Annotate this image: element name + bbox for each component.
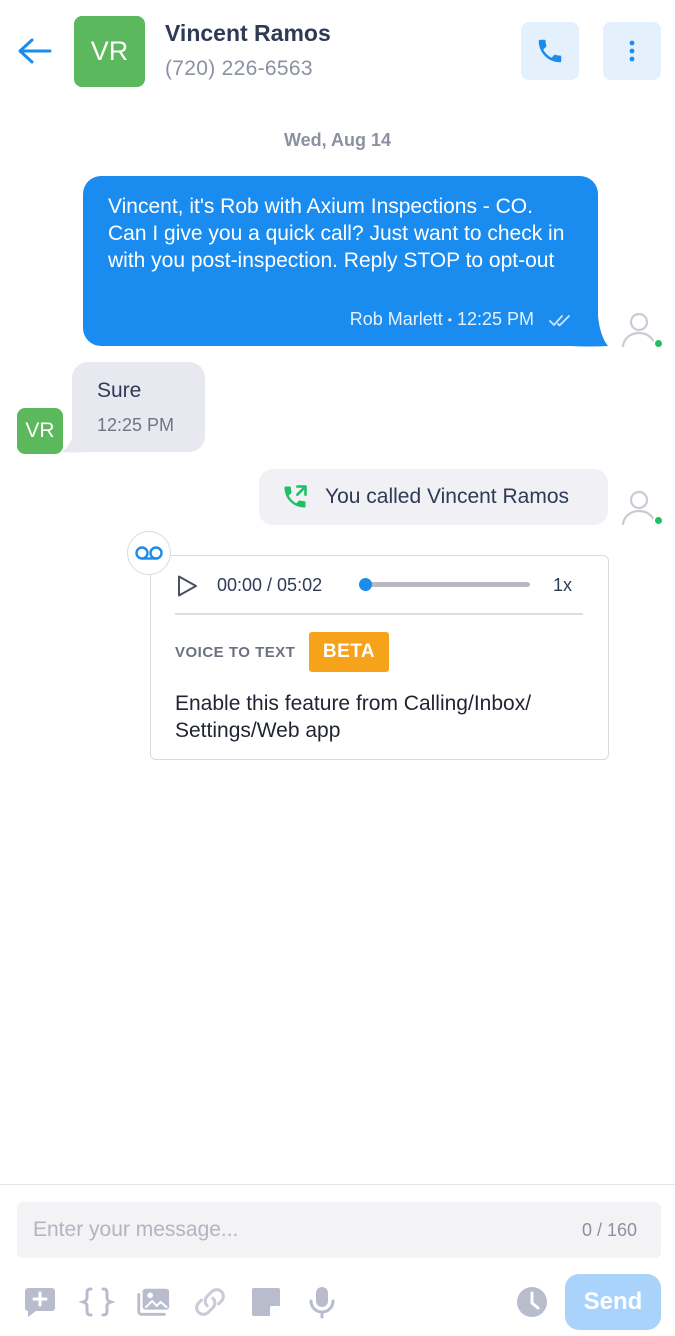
clock-icon	[517, 1287, 547, 1317]
incoming-message[interactable]: Sure 12:25 PM	[72, 362, 205, 452]
voicemail-time: 00:00 / 05:02	[217, 575, 323, 595]
divider	[175, 613, 583, 615]
voicemail-progress-track[interactable]	[365, 582, 530, 587]
voicemail-badge	[127, 531, 171, 575]
chat-plus-icon	[25, 1288, 55, 1317]
sender-avatar: VR	[17, 408, 63, 454]
curly-braces-icon	[79, 1287, 115, 1317]
sticky-note-icon	[252, 1288, 280, 1316]
date-separator: Wed, Aug 14	[283, 130, 391, 150]
play-icon	[178, 575, 197, 597]
back-button[interactable]	[14, 32, 54, 72]
playback-speed-button[interactable]: 1x	[553, 575, 572, 596]
message-input[interactable]	[17, 1202, 661, 1258]
beta-badge: BETA	[309, 632, 389, 672]
send-button[interactable]: Send	[565, 1274, 661, 1330]
character-count: 0 / 160	[582, 1220, 638, 1240]
voicemail-icon	[135, 546, 163, 560]
schedule-button[interactable]	[514, 1284, 550, 1320]
phone-icon	[538, 39, 562, 63]
contact-avatar: VR	[74, 16, 145, 87]
online-status-dot	[653, 338, 664, 349]
call-event-text: You called Vincent Ramos	[325, 485, 569, 508]
play-button[interactable]	[174, 574, 200, 598]
add-note-button[interactable]	[248, 1284, 284, 1320]
incoming-message-time: 12:25 PM	[97, 415, 175, 435]
call-button[interactable]	[521, 22, 579, 80]
more-options-button[interactable]	[603, 22, 661, 80]
message-time: 12:25 PM	[456, 309, 534, 329]
outgoing-message-meta: Rob Marlett • 12:25 PM	[350, 309, 573, 330]
attach-image-button[interactable]	[135, 1284, 171, 1320]
composer-divider	[0, 1184, 675, 1185]
contact-name: Vincent Ramos	[165, 20, 331, 46]
arrow-left-icon	[18, 38, 52, 64]
outgoing-call-icon	[284, 485, 307, 508]
incoming-message-text: Sure	[97, 379, 142, 402]
call-event[interactable]: You called Vincent Ramos	[259, 469, 608, 525]
meta-separator: •	[447, 312, 452, 327]
voice-to-text-info: Enable this feature from Calling/Inbox/ …	[175, 692, 532, 742]
microphone-icon	[309, 1287, 335, 1319]
online-status-dot	[653, 515, 664, 526]
contact-phone: (720) 226-6563	[165, 57, 313, 80]
double-check-icon	[549, 314, 570, 326]
outgoing-message[interactable]: Vincent, it's Rob with Axium Inspections…	[83, 176, 598, 346]
outgoing-message-text: Vincent, it's Rob with Axium Inspections…	[108, 195, 565, 272]
insert-variable-button[interactable]	[79, 1284, 115, 1320]
add-template-button[interactable]	[22, 1284, 58, 1320]
voicemail-scrubber[interactable]	[359, 578, 372, 591]
sender-name: Rob Marlett	[349, 309, 443, 329]
voice-record-button[interactable]	[304, 1284, 340, 1320]
link-icon	[195, 1288, 225, 1316]
vertical-dots-icon	[629, 40, 635, 62]
insert-link-button[interactable]	[192, 1284, 228, 1320]
image-gallery-icon	[137, 1288, 170, 1316]
voice-to-text-label: VOICE TO TEXT	[175, 644, 296, 661]
